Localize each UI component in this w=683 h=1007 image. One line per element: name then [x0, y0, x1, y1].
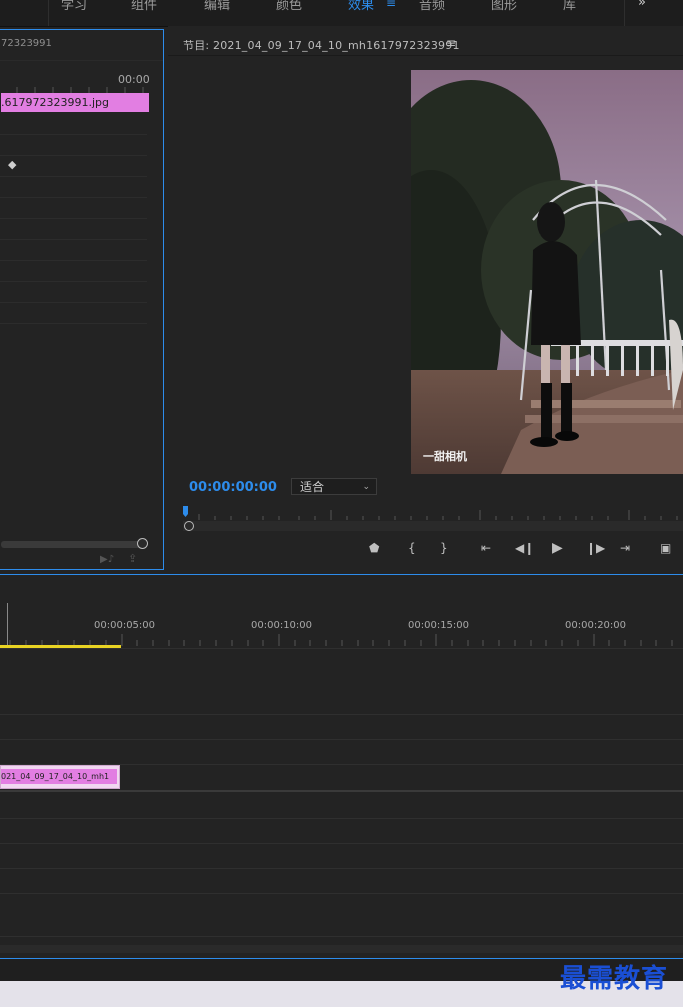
- add-marker-icon[interactable]: ⬟: [369, 541, 379, 555]
- workspace-audio[interactable]: 音频: [419, 0, 445, 13]
- program-monitor-title: 节目: 2021_04_09_17_04_10_mh1617972323991: [183, 39, 460, 52]
- track-divider: [0, 818, 683, 819]
- row-divider: [0, 302, 147, 303]
- zoom-handle[interactable]: [137, 538, 148, 549]
- video-audio-divider[interactable]: [0, 790, 683, 792]
- panel-header-divider: [168, 55, 683, 56]
- effect-controls-panel: 72323991 00:00 .617972323991.jpg ◆ ▶♪ ⇪: [0, 29, 164, 570]
- playhead-timecode[interactable]: 00:00:00:00: [189, 480, 277, 495]
- video-watermark: 一甜相机: [423, 449, 467, 463]
- ec-zoom-scrollbar[interactable]: [1, 541, 141, 548]
- workspace-separator: [624, 0, 625, 26]
- fit-dropdown[interactable]: 适合 ⌄: [291, 478, 377, 495]
- export-frame-icon[interactable]: ▣: [660, 541, 671, 555]
- mark-out-icon[interactable]: }: [440, 541, 448, 555]
- play-icon[interactable]: ▶: [552, 540, 563, 556]
- row-divider: [0, 323, 147, 324]
- program-time-ruler[interactable]: [183, 504, 683, 520]
- track-divider: [0, 739, 683, 740]
- workspace-editing[interactable]: 编辑: [204, 0, 230, 13]
- ruler-divider: [0, 648, 683, 649]
- keyframe-diamond-icon[interactable]: ◆: [8, 158, 16, 171]
- chevron-down-icon: ⌄: [362, 482, 370, 492]
- track-divider: [0, 843, 683, 844]
- panel-divider: [0, 574, 683, 575]
- more-workspaces-icon[interactable]: »: [638, 0, 646, 10]
- go-to-in-icon[interactable]: ⇤: [481, 541, 491, 555]
- row-divider: [0, 197, 147, 198]
- ec-ruler: [16, 87, 144, 93]
- workspace-learn[interactable]: 学习: [61, 0, 87, 13]
- workspace-menu-icon[interactable]: ≡: [386, 0, 396, 10]
- source-clip-name: 72323991: [1, 38, 52, 49]
- program-zoom-scrollbar[interactable]: [183, 521, 683, 531]
- track-divider: [0, 893, 683, 894]
- track-divider: [0, 868, 683, 869]
- row-divider: [0, 176, 147, 177]
- timeline-clip[interactable]: 021_04_09_17_04_10_mh1: [0, 765, 120, 789]
- workspace-effects[interactable]: 效果: [348, 0, 374, 13]
- playhead-marker[interactable]: [183, 506, 188, 517]
- row-divider: [0, 281, 147, 282]
- timeline-time-label: 00:00:15:00: [408, 620, 470, 631]
- workspace-assembly[interactable]: 组件: [131, 0, 157, 13]
- track-divider: [0, 714, 683, 715]
- go-to-out-icon[interactable]: ⇥: [620, 541, 630, 555]
- corner-watermark: 最需教育: [560, 964, 669, 994]
- ec-clip-bar[interactable]: .617972323991.jpg: [1, 93, 149, 112]
- fit-dropdown-value: 适合: [300, 480, 325, 494]
- timeline-time-label: 00:00:10:00: [251, 620, 313, 631]
- track-divider: [0, 936, 683, 937]
- workspace-graphics[interactable]: 图形: [491, 0, 517, 13]
- row-divider: [0, 134, 147, 135]
- timeline-time-label: 00:00:05:00: [94, 620, 156, 631]
- step-back-icon[interactable]: ◀❙: [515, 541, 534, 555]
- zoom-handle[interactable]: [184, 521, 194, 531]
- mark-in-icon[interactable]: {: [408, 541, 416, 555]
- row-divider: [0, 155, 147, 156]
- program-video-frame: 一甜相机: [411, 70, 683, 474]
- timeline-scrollbar[interactable]: [0, 945, 683, 953]
- workspace-separator: [48, 0, 49, 26]
- audio-only-icon[interactable]: ▶♪: [100, 554, 114, 565]
- video-frame-image: 一甜相机: [411, 70, 683, 474]
- row-divider: [0, 260, 147, 261]
- panel-divider: [0, 60, 163, 61]
- workspace-libraries[interactable]: 库: [563, 0, 576, 13]
- row-divider: [0, 218, 147, 219]
- export-icon[interactable]: ⇪: [128, 552, 137, 565]
- ec-clip-label: .617972323991.jpg: [1, 96, 109, 109]
- timeline-clip-label: 021_04_09_17_04_10_mh1: [1, 769, 117, 784]
- step-forward-icon[interactable]: ❙▶: [586, 541, 605, 555]
- workspace-bar: 学习 组件 编辑 颜色 效果 ≡ 音频 图形 库 »: [0, 0, 683, 27]
- workspace-color[interactable]: 颜色: [276, 0, 302, 13]
- row-divider: [0, 239, 147, 240]
- timeline-time-label: 00:00:20:00: [565, 620, 627, 631]
- panel-menu-icon[interactable]: ≡: [446, 36, 456, 50]
